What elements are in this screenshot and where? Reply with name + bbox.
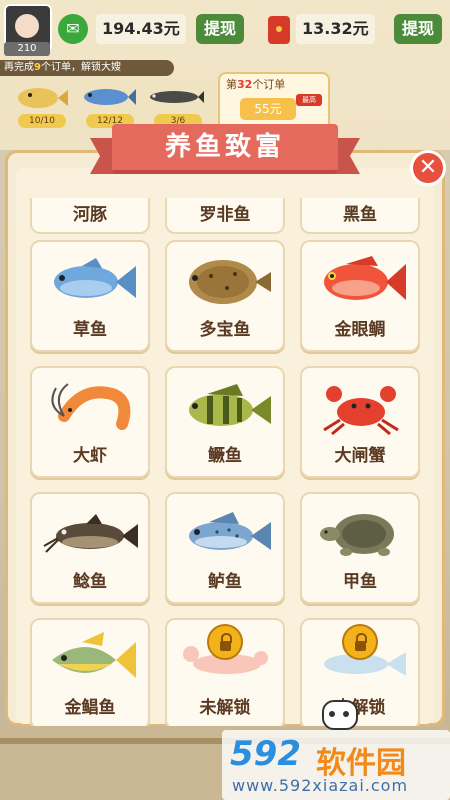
order-prefix: 第 [226, 78, 237, 91]
tilapia-icon [84, 89, 136, 105]
fish-name: 甲鱼 [343, 572, 377, 592]
fish-card[interactable]: 金鲳鱼 [30, 618, 150, 730]
turtle-icon [320, 514, 394, 556]
bass-icon [189, 512, 271, 550]
pufferfish-icon [18, 88, 68, 108]
fish-card[interactable]: 大虾 [30, 366, 150, 478]
fish-card-partial[interactable]: 黑鱼 [300, 198, 420, 234]
fish-card[interactable]: 鲈鱼 [165, 492, 285, 604]
fish-name: 金鲳鱼 [64, 698, 116, 718]
fish-name: 黑鱼 [343, 205, 377, 225]
lock-icon [342, 624, 378, 660]
mandarin-fish-icon [189, 384, 271, 426]
shrimp-icon [51, 383, 131, 430]
pompano-icon [52, 632, 136, 678]
watermark-logo: 592 [230, 734, 301, 774]
turbot-icon [189, 260, 271, 304]
fish-name: 河豚 [73, 205, 107, 225]
modal-title: 养鱼致富 [164, 132, 285, 162]
grass-carp-icon [54, 258, 136, 298]
fish-name: 鲶鱼 [73, 572, 107, 592]
fish-name: 鳜鱼 [208, 446, 242, 466]
wechat-balance: 194.43元 [96, 14, 186, 44]
order-number: 32 [237, 78, 253, 91]
order-suffix: 个订单 [252, 78, 286, 91]
redpacket-balance: 13.32元 [296, 14, 375, 44]
fish-card[interactable]: 多宝鱼 [165, 240, 285, 352]
task-count: 9 [34, 62, 41, 73]
fish-name: 草鱼 [73, 320, 107, 340]
wechat-icon: ✉ [58, 14, 88, 44]
fish-count-1: 10/10 [18, 114, 66, 128]
fish-name: 鲈鱼 [208, 572, 242, 592]
player-level: 210 [4, 42, 50, 56]
locked-label: 未解锁 [334, 698, 386, 718]
locked-card[interactable]: 未解锁 [165, 618, 285, 730]
withdraw-button-redpacket[interactable]: 提现 [394, 14, 443, 44]
fish-card[interactable]: 鳜鱼 [165, 366, 285, 478]
task-banner: 再完成9个订单，解锁大嫂 [0, 60, 174, 76]
watermark-url: www.592xiazai.com [232, 776, 409, 795]
fish-name: 大闸蟹 [334, 446, 386, 466]
red-snapper-icon [324, 256, 406, 300]
order-tag: 最高 [296, 94, 322, 106]
task-prefix: 再完成 [4, 62, 34, 73]
task-suffix: 个订单，解锁大嫂 [40, 62, 121, 73]
fish-name: 大虾 [73, 446, 107, 466]
withdraw-button-wechat[interactable]: 提现 [196, 14, 245, 44]
crab-icon [323, 386, 399, 436]
robot-icon [322, 700, 358, 730]
fish-card[interactable]: 甲鱼 [300, 492, 420, 604]
fish-card[interactable]: 大闸蟹 [300, 366, 420, 478]
close-button[interactable]: ✕ [410, 150, 446, 186]
red-packet-icon [268, 16, 290, 44]
catfish-icon [43, 514, 138, 553]
fish-card-partial[interactable]: 河豚 [30, 198, 150, 234]
snakehead-icon [150, 91, 204, 103]
lock-icon [207, 624, 243, 660]
order-title: 第32个订单 [226, 76, 285, 92]
fish-card[interactable]: 鲶鱼 [30, 492, 150, 604]
fish-name: 金眼鲷 [334, 320, 386, 340]
order-price: 55元 [240, 98, 296, 120]
fish-name: 罗非鱼 [199, 205, 251, 225]
fish-name: 多宝鱼 [199, 320, 251, 340]
fish-card[interactable]: 草鱼 [30, 240, 150, 352]
locked-card[interactable]: 未解锁 [300, 618, 420, 730]
locked-label: 未解锁 [199, 698, 251, 718]
fish-card-partial[interactable]: 罗非鱼 [165, 198, 285, 234]
fish-card[interactable]: 金眼鲷 [300, 240, 420, 352]
